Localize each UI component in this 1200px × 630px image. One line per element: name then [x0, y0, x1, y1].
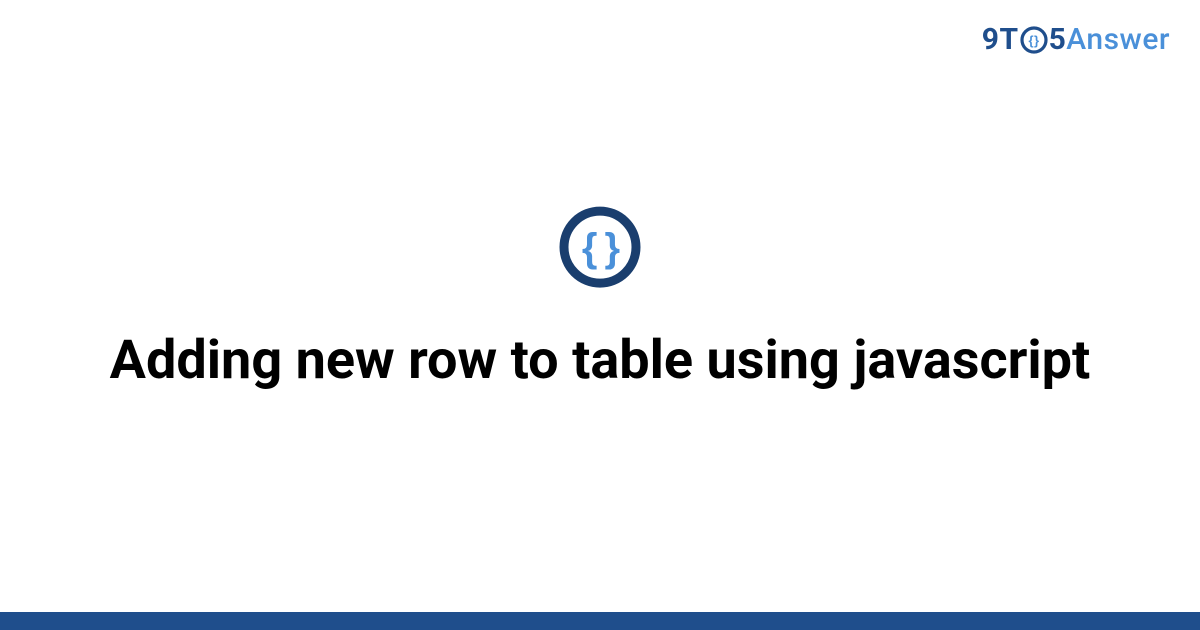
svg-text:{ }: { }	[582, 226, 620, 270]
logo-t: T	[999, 22, 1018, 57]
logo-answer: Answer	[1066, 22, 1170, 57]
svg-text:{}: {}	[1028, 33, 1039, 48]
logo-nine: 9	[982, 22, 1000, 57]
logo-five: 5	[1049, 22, 1067, 57]
page-title: Adding new row to table using javascript	[110, 327, 1091, 395]
code-braces-icon: { }	[558, 205, 642, 289]
footer-bar	[0, 612, 1200, 630]
logo-o-braces-icon: {}	[1020, 26, 1048, 54]
main-content: { } Adding new row to table using javasc…	[0, 205, 1200, 395]
brand-logo: 9 T {} 5 Answer	[982, 22, 1170, 57]
